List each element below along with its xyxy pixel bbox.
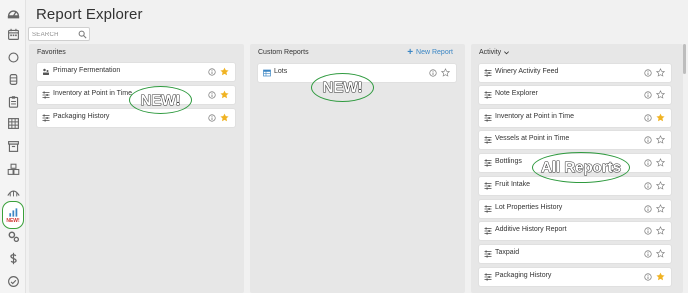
favorites-panel: Favorites — [29, 44, 244, 293]
fermentation-icon — [43, 68, 49, 75]
sliders-icon — [484, 273, 492, 281]
info-icon[interactable] — [644, 227, 652, 235]
reports-nav-button[interactable]: NEW! — [2, 201, 24, 229]
star-outline-icon[interactable] — [441, 68, 450, 77]
sliders-icon — [42, 114, 50, 122]
sliders-icon — [484, 205, 492, 213]
item-label: Bottlings — [495, 158, 522, 165]
circle-icon[interactable] — [4, 48, 22, 66]
info-icon[interactable] — [429, 69, 437, 77]
info-icon[interactable] — [644, 114, 652, 122]
info-icon[interactable] — [208, 91, 216, 99]
sliders-icon — [42, 91, 50, 99]
info-icon[interactable] — [644, 159, 652, 167]
star-outline-icon[interactable] — [656, 249, 665, 258]
activity-item[interactable]: Vessels at Point in Time — [479, 131, 671, 149]
page-title: Report Explorer — [36, 6, 143, 23]
star-filled-icon[interactable] — [220, 67, 229, 76]
activity-item[interactable]: Note Explorer — [479, 86, 671, 104]
item-label: Lots — [274, 68, 288, 75]
star-outline-icon[interactable] — [656, 68, 665, 77]
star-outline-icon[interactable] — [656, 204, 665, 213]
settings-icon[interactable] — [4, 227, 22, 245]
archive-icon[interactable] — [4, 137, 22, 155]
sliders-icon — [484, 182, 492, 190]
item-label: Vessels at Point in Time — [495, 135, 570, 142]
star-outline-icon[interactable] — [656, 135, 665, 144]
calendar-icon[interactable] — [4, 25, 22, 43]
grid-icon[interactable] — [4, 114, 22, 132]
item-label: Note Explorer — [495, 90, 538, 97]
info-icon[interactable] — [644, 205, 652, 213]
plus-icon: + — [407, 47, 414, 58]
star-filled-icon[interactable] — [656, 272, 665, 281]
boxes-icon[interactable] — [4, 160, 22, 178]
activity-item[interactable]: Packaging History — [479, 268, 671, 286]
custom-reports-title: Custom Reports — [258, 49, 309, 56]
item-label: Fruit Intake — [495, 181, 531, 188]
item-label: Packaging History — [53, 113, 110, 120]
star-filled-icon[interactable] — [656, 113, 665, 122]
new-stamp: NEW! — [129, 86, 192, 114]
search-box[interactable] — [28, 27, 90, 41]
vineyard-icon[interactable] — [4, 182, 22, 200]
info-icon[interactable] — [644, 91, 652, 99]
star-outline-icon[interactable] — [656, 158, 665, 167]
activity-item[interactable]: Lot Properties History — [479, 200, 671, 218]
item-label: Primary Fermentation — [53, 67, 121, 74]
new-stamp: NEW! — [311, 73, 374, 102]
star-outline-icon[interactable] — [656, 90, 665, 99]
favorite-item[interactable]: Primary Fermentation — [37, 63, 235, 81]
activity-item[interactable]: Taxpaid — [479, 245, 671, 263]
favorites-title: Favorites — [37, 49, 66, 56]
new-badge: NEW! — [6, 217, 20, 224]
scrollbar-thumb[interactable] — [683, 44, 686, 74]
sliders-icon — [484, 114, 492, 122]
sliders-icon — [484, 91, 492, 99]
info-icon[interactable] — [208, 68, 216, 76]
search-input[interactable] — [32, 29, 78, 40]
new-report-button[interactable]: + New Report — [407, 47, 453, 58]
item-label: Additive History Report — [495, 226, 567, 233]
search-icon[interactable] — [78, 30, 87, 39]
info-icon[interactable] — [208, 114, 216, 122]
item-label: Packaging History — [495, 272, 552, 279]
table-icon — [263, 69, 271, 77]
item-label: Winery Activity Feed — [495, 68, 559, 75]
star-outline-icon[interactable] — [656, 226, 665, 235]
activity-item[interactable]: Inventory at Point in Time — [479, 109, 671, 127]
clipboard-icon[interactable] — [4, 92, 22, 110]
item-label: Inventory at Point in Time — [495, 113, 574, 120]
info-icon[interactable] — [644, 273, 652, 281]
item-label: Lot Properties History — [495, 204, 563, 211]
star-outline-icon[interactable] — [656, 181, 665, 190]
chevron-down-icon — [504, 51, 510, 55]
info-icon[interactable] — [644, 69, 652, 77]
sliders-icon — [484, 136, 492, 144]
check-circle-icon[interactable] — [4, 272, 22, 290]
sliders-icon — [484, 227, 492, 235]
all-reports-stamp: All Reports — [532, 152, 630, 183]
nav-rail: NEW! — [0, 0, 26, 293]
dashboard-icon[interactable] — [4, 4, 22, 22]
sliders-icon — [484, 250, 492, 258]
item-label: Inventory at Point in Time — [53, 90, 132, 97]
info-icon[interactable] — [644, 136, 652, 144]
dollar-icon[interactable] — [4, 249, 22, 267]
activity-dropdown[interactable]: Activity — [479, 49, 510, 56]
new-report-label: New Report — [416, 49, 453, 56]
favorite-item[interactable]: Packaging History — [37, 109, 235, 127]
star-filled-icon[interactable] — [220, 90, 229, 99]
barrel-icon[interactable] — [4, 70, 22, 88]
activity-item[interactable]: Winery Activity Feed — [479, 64, 671, 82]
star-filled-icon[interactable] — [220, 113, 229, 122]
info-icon[interactable] — [644, 250, 652, 258]
sliders-icon — [484, 69, 492, 77]
activity-title: Activity — [479, 49, 502, 56]
bar-chart-icon — [8, 207, 17, 217]
sliders-icon — [484, 159, 492, 167]
activity-item[interactable]: Additive History Report — [479, 222, 671, 240]
info-icon[interactable] — [644, 182, 652, 190]
item-label: Taxpaid — [495, 249, 520, 256]
